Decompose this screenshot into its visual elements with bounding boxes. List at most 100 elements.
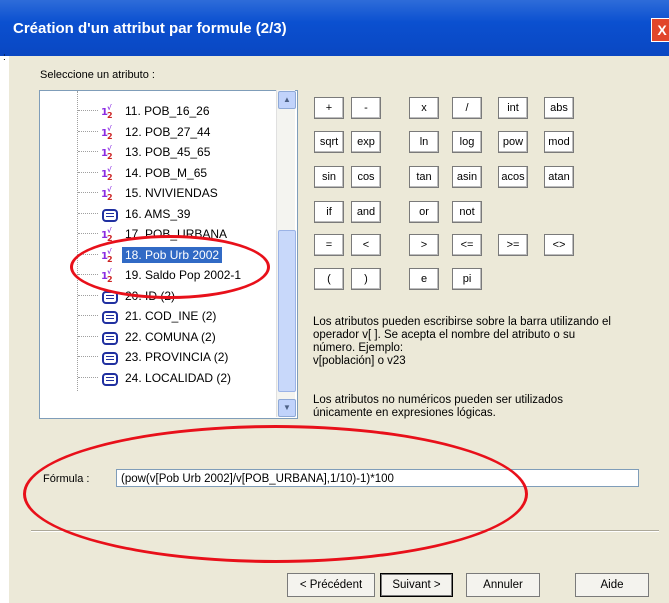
operator-button[interactable]: and <box>351 201 381 223</box>
info-line: operador v[ ]. Se acepta el nombre del a… <box>313 329 576 341</box>
operator-button[interactable]: ln <box>409 131 439 153</box>
attribute-item[interactable]: 1 √ 2 14. POB_M_65 <box>40 163 280 183</box>
attribute-item[interactable]: 22. COMUNA (2) <box>40 327 280 347</box>
help-button[interactable]: Aide <box>575 573 649 597</box>
operator-button[interactable]: acos <box>498 166 528 188</box>
numeric-attribute-icon: 1 √ 2 <box>100 185 116 202</box>
tree-connector <box>78 212 98 214</box>
tree-connector <box>78 171 98 173</box>
operator-button[interactable]: > <box>409 234 439 256</box>
operator-button[interactable]: tan <box>409 166 439 188</box>
operator-button[interactable]: ) <box>351 268 381 290</box>
attribute-item[interactable]: 16. AMS_39 <box>40 204 280 224</box>
numeric-attribute-icon: 1 √ 2 <box>100 165 116 182</box>
numeric-attribute-icon: 1 √ 2 <box>100 124 116 141</box>
scroll-thumb[interactable] <box>278 230 296 392</box>
attribute-label: 16. AMS_39 <box>125 206 191 221</box>
info-attributes-text: Los atributos pueden escribirse sobre la… <box>313 316 653 368</box>
attribute-label: 22. COMUNA (2) <box>125 329 216 344</box>
highlight-ellipse-formula <box>23 425 528 563</box>
select-attribute-label: Seleccione un atributo : <box>40 69 155 81</box>
operator-button[interactable]: sqrt <box>314 131 344 153</box>
operator-button[interactable]: or <box>409 201 439 223</box>
svg-text:2: 2 <box>107 132 113 140</box>
operator-button[interactable]: = <box>314 234 344 256</box>
attribute-item[interactable]: 23. PROVINCIA (2) <box>40 347 280 367</box>
next-button[interactable]: Suivant > <box>380 573 453 597</box>
operator-button[interactable]: log <box>452 131 482 153</box>
scroll-down-icon[interactable]: ▼ <box>278 399 296 417</box>
operator-button[interactable]: pow <box>498 131 528 153</box>
attribute-label: 24. LOCALIDAD (2) <box>125 370 232 385</box>
attribute-item[interactable]: 1 √ 2 12. POB_27_44 <box>40 122 280 142</box>
edge-mark: : <box>3 52 6 63</box>
info-line: número. Ejemplo: <box>313 342 404 354</box>
text-attribute-icon <box>102 208 118 222</box>
operator-button[interactable]: mod <box>544 131 574 153</box>
tree-connector <box>78 233 98 234</box>
text-attribute-icon <box>102 352 118 365</box>
info-line: Los atributos no numéricos pueden ser ut… <box>313 394 563 406</box>
info-line: Los atributos pueden escribirse sobre la… <box>313 316 611 328</box>
text-attribute-icon <box>102 311 118 324</box>
close-button[interactable]: X <box>651 18 669 42</box>
operator-button[interactable]: exp <box>351 131 381 153</box>
left-margin <box>0 56 9 603</box>
info-nonnumeric-text: Los atributos no numéricos pueden ser ut… <box>313 394 653 420</box>
attribute-label: 15. NVIVIENDAS <box>125 186 218 200</box>
tree-connector <box>78 376 98 378</box>
tree-connector <box>78 335 98 337</box>
operator-button[interactable]: cos <box>351 166 381 188</box>
operator-button[interactable]: pi <box>452 268 482 290</box>
tree-connector <box>78 151 98 152</box>
numeric-attribute-icon: 1 √ 2 <box>100 144 116 161</box>
numeric-attribute-icon: 1 √ 2 <box>100 103 116 120</box>
attribute-label: 12. POB_27_44 <box>125 124 211 139</box>
operator-button[interactable]: < <box>351 234 381 256</box>
cancel-button[interactable]: Annuler <box>466 573 540 597</box>
operator-button[interactable]: <> <box>544 234 574 256</box>
svg-text:2: 2 <box>107 111 113 119</box>
svg-text:2: 2 <box>107 173 113 181</box>
attribute-label: 13. POB_45_65 <box>125 145 211 159</box>
attribute-label: 21. COD_INE (2) <box>125 309 217 323</box>
operator-button[interactable]: - <box>351 97 381 119</box>
title-bar: Création d'un attribut par formule (2/3)… <box>0 0 669 56</box>
operator-button[interactable]: + <box>314 97 344 119</box>
attribute-label: 23. PROVINCIA (2) <box>125 350 229 364</box>
previous-button[interactable]: < Précédent <box>287 573 375 597</box>
tree-connector <box>78 110 98 111</box>
info-line: v[población] o v23 <box>313 355 406 367</box>
window-title: Création d'un attribut par formule (2/3) <box>13 20 287 37</box>
info-line: únicamente en expresiones lógicas. <box>313 407 496 419</box>
tree-connector <box>78 356 98 357</box>
scroll-up-icon[interactable]: ▲ <box>278 91 296 109</box>
tree-connector <box>78 130 98 132</box>
operator-button[interactable]: not <box>452 201 482 223</box>
operator-button[interactable]: int <box>498 97 528 119</box>
attribute-label: 14. POB_M_65 <box>125 165 208 180</box>
operator-button[interactable]: ( <box>314 268 344 290</box>
attribute-item[interactable]: 1 √ 2 11. POB_16_26 <box>40 101 280 121</box>
tree-connector <box>78 315 98 316</box>
attribute-item[interactable]: 21. COD_INE (2) <box>40 306 280 326</box>
attribute-label: 11. POB_16_26 <box>125 104 210 118</box>
attribute-item[interactable]: 24. LOCALIDAD (2) <box>40 368 280 388</box>
tree-connector <box>78 294 98 296</box>
operator-button[interactable]: <= <box>452 234 482 256</box>
operator-button[interactable]: sin <box>314 166 344 188</box>
operator-button[interactable]: e <box>409 268 439 290</box>
tree-scrollbar[interactable]: ▲ ▼ <box>276 90 296 417</box>
operator-button[interactable]: x <box>409 97 439 119</box>
operator-button[interactable]: atan <box>544 166 574 188</box>
highlight-ellipse-attribute <box>70 235 270 299</box>
attribute-item[interactable]: 1 √ 2 13. POB_45_65 <box>40 142 280 162</box>
operator-button[interactable]: / <box>452 97 482 119</box>
operator-button[interactable]: abs <box>544 97 574 119</box>
operator-button[interactable]: >= <box>498 234 528 256</box>
text-attribute-icon <box>102 372 118 386</box>
attribute-item[interactable]: 1 √ 2 15. NVIVIENDAS <box>40 183 280 203</box>
operator-button[interactable]: if <box>314 201 344 223</box>
tree-connector <box>78 192 98 193</box>
operator-button[interactable]: asin <box>452 166 482 188</box>
